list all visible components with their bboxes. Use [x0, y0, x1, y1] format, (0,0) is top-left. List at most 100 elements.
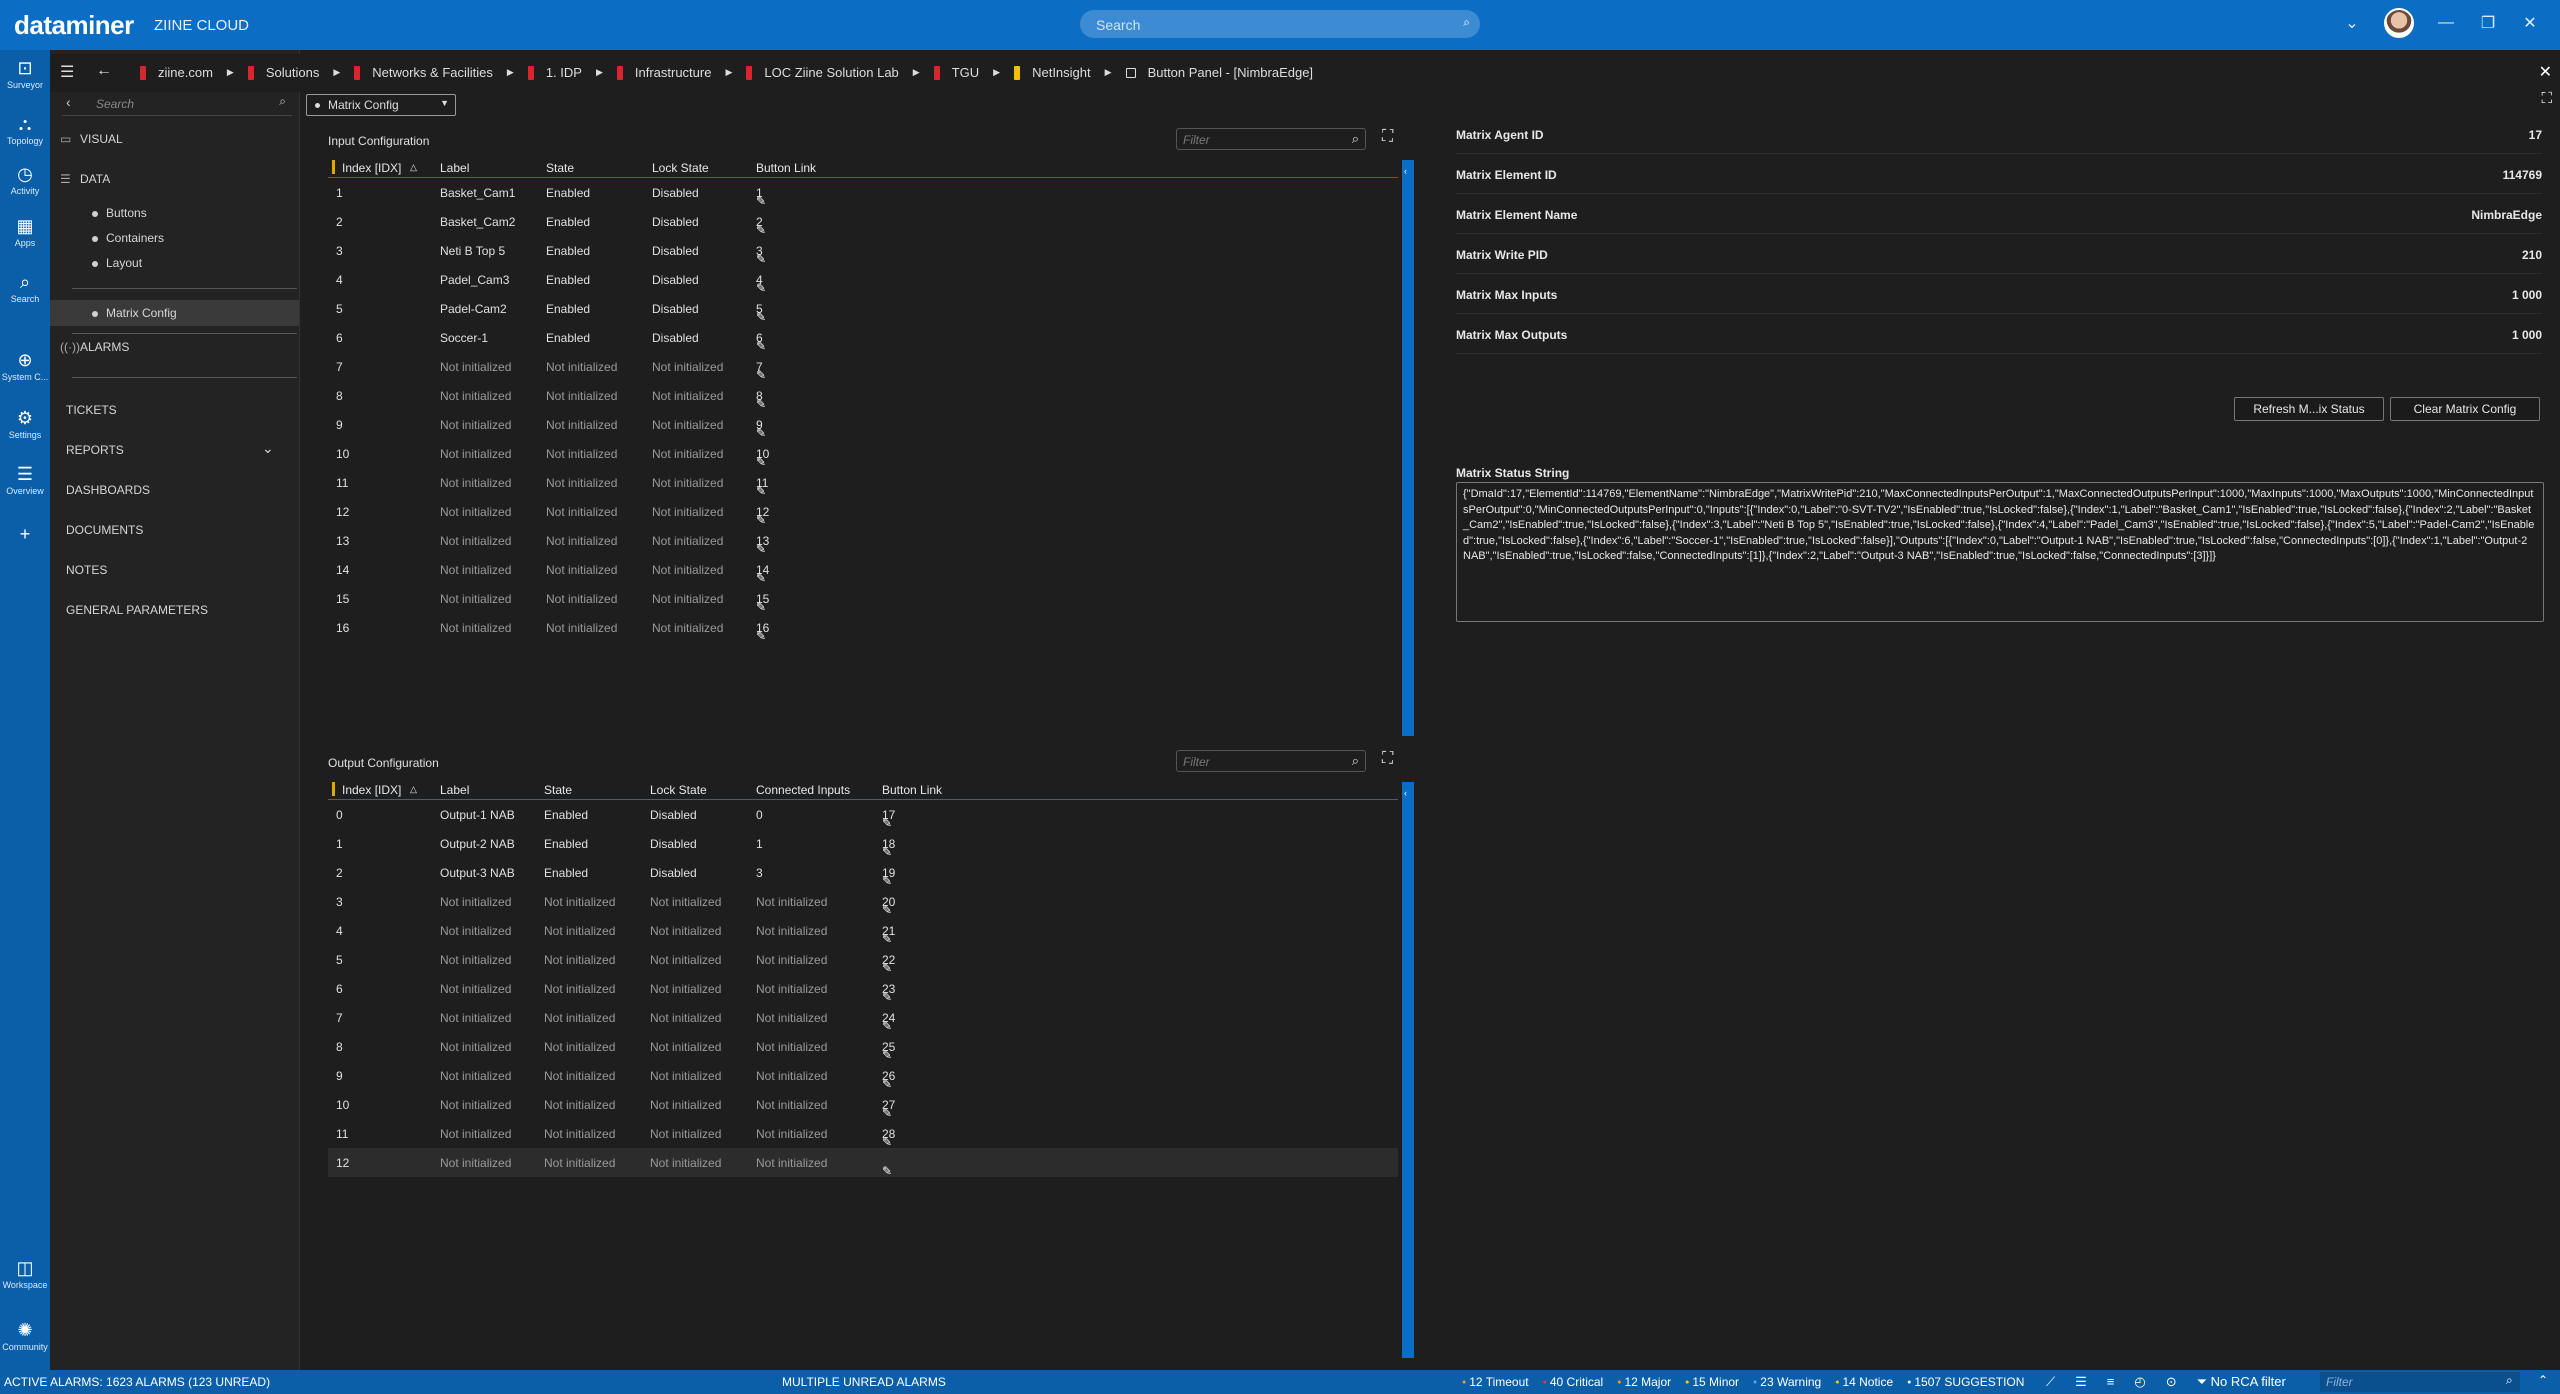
rail-item-1[interactable]: ⊡ Surveyor	[0, 58, 50, 90]
pencil-icon[interactable]: ✎	[882, 990, 892, 1004]
column-header[interactable]: Button Link	[756, 161, 816, 175]
table-row[interactable]: 10 Not initialized Not initialized Not init…	[328, 1090, 1398, 1120]
pencil-icon[interactable]: ✎	[756, 542, 766, 556]
search-icon[interactable]: ⌕	[2506, 1373, 2513, 1388]
avatar[interactable]	[2384, 8, 2414, 38]
hamburger-icon[interactable]: ☰	[60, 62, 74, 82]
rail-item-4[interactable]: ▦ Apps	[0, 216, 50, 248]
column-header[interactable]: Label	[440, 161, 469, 175]
search-icon[interactable]: ⌕	[1463, 15, 1470, 30]
button-link-cell[interactable]: ✎ 2	[756, 215, 766, 237]
input-filter-input[interactable]: Filter ⌕	[1176, 128, 1366, 150]
breadcrumb-item[interactable]: NetInsight ▶	[1014, 65, 1112, 80]
table-row[interactable]: 0 Output-1 NAB Enabled Disabled 0 ✎ 17	[328, 800, 1398, 830]
table-row[interactable]: 6 Not initialized Not initialized Not initi…	[328, 974, 1398, 1004]
rail-item-3[interactable]: ◷ Activity	[0, 164, 50, 196]
button-link-cell[interactable]: ✎ 1	[756, 186, 766, 208]
nav-dashboards[interactable]: DASHBOARDS	[66, 483, 150, 497]
table-row[interactable]: 11 Not initialized Not initialized Not init…	[328, 1119, 1398, 1149]
pencil-icon[interactable]: ✎	[756, 223, 766, 237]
clock-icon[interactable]: ◴	[2134, 1374, 2145, 1390]
scrollbar[interactable]: ‹	[1402, 782, 1414, 1358]
button-link-cell[interactable]: ✎ 22	[882, 953, 895, 975]
severity-counter[interactable]: 12 Major	[1617, 1375, 1671, 1389]
table-row[interactable]: 15 Not initialized Not initialized Not init…	[328, 584, 1398, 614]
rail-item-6[interactable]: ⊕ System C...	[0, 350, 50, 382]
nav-documents[interactable]: DOCUMENTS	[66, 523, 143, 537]
close-window-icon[interactable]: ✕	[2520, 13, 2540, 33]
expand-icon[interactable]: ⛶	[1382, 128, 1393, 146]
column-header[interactable]: Lock State	[652, 161, 709, 175]
close-card-icon[interactable]: ✕	[2539, 62, 2552, 82]
collapse-icon[interactable]: ‹	[1404, 788, 1407, 798]
button-link-cell[interactable]: ✎ 14	[756, 563, 769, 585]
pencil-icon[interactable]: ✎	[882, 961, 892, 975]
pencil-icon[interactable]: ✎	[882, 1135, 892, 1149]
sort-asc-icon[interactable]: △	[410, 784, 417, 795]
search-icon[interactable]: ⌕	[1352, 131, 1359, 147]
pencil-icon[interactable]: ✎	[756, 571, 766, 585]
sort-asc-icon[interactable]: △	[410, 162, 417, 173]
table-row[interactable]: 9 Not initialized Not initialized Not initi…	[328, 410, 1398, 440]
button-link-cell[interactable]: ✎ 12	[756, 505, 769, 527]
breadcrumb-item[interactable]: Infrastructure ▶	[616, 65, 732, 80]
button-link-cell[interactable]: ✎ 21	[882, 924, 895, 946]
column-header[interactable]: Connected Inputs	[756, 783, 850, 797]
chevron-up-icon[interactable]: ⌃	[2538, 1373, 2548, 1387]
severity-counter[interactable]: 40 Critical	[1543, 1375, 1603, 1389]
nav-general-parameters[interactable]: GENERAL PARAMETERS	[66, 603, 208, 617]
column-header[interactable]: State	[546, 161, 574, 175]
pencil-icon[interactable]: ✎	[882, 874, 892, 888]
pencil-icon[interactable]: ✎	[882, 1019, 892, 1033]
expand-icon[interactable]: ⛶	[1382, 750, 1393, 768]
list-view-icon[interactable]: ☰	[2075, 1374, 2087, 1390]
minimize-icon[interactable]: —	[2436, 14, 2456, 32]
nav-data-containers[interactable]: Containers	[92, 231, 164, 245]
nav-reports[interactable]: REPORTS	[66, 443, 124, 457]
table-row[interactable]: 16 Not initialized Not initialized Not init…	[328, 613, 1398, 643]
table-row[interactable]: 3 Not initialized Not initialized Not initi…	[328, 887, 1398, 917]
table-row[interactable]: 6 Soccer-1 Enabled Disabled ✎ 6	[328, 323, 1398, 353]
button-link-cell[interactable]: ✎ 11	[756, 476, 768, 498]
rail-item-5[interactable]: ⌕ Search	[0, 272, 50, 304]
pencil-icon[interactable]: ✎	[882, 1077, 892, 1091]
collapse-icon[interactable]: ‹	[1404, 166, 1407, 176]
pencil-icon[interactable]: ✎	[882, 903, 892, 917]
pencil-icon[interactable]: ✎	[756, 629, 766, 643]
button-link-cell[interactable]: ✎ 23	[882, 982, 895, 1004]
page-selector[interactable]: Matrix Config ▼	[306, 94, 456, 116]
button-link-cell[interactable]: ✎ 27	[882, 1098, 895, 1120]
table-row[interactable]: 12 Not initialized Not initialized Not init…	[328, 497, 1398, 527]
back-icon[interactable]: ‹	[66, 94, 71, 110]
severity-counter[interactable]: 12 Timeout	[1462, 1375, 1528, 1389]
rail-item-11[interactable]: ✺ Community	[0, 1320, 50, 1352]
unread-alarms-status[interactable]: MULTIPLE UNREAD ALARMS	[782, 1375, 946, 1389]
table-row[interactable]: 1 Output-2 NAB Enabled Disabled 1 ✎ 18	[328, 829, 1398, 859]
nav-tickets[interactable]: TICKETS	[66, 403, 117, 417]
table-row[interactable]: 14 Not initialized Not initialized Not init…	[328, 555, 1398, 585]
user-menu-dropdown-icon[interactable]: ⌄	[2342, 13, 2362, 33]
button-link-cell[interactable]: ✎ 25	[882, 1040, 895, 1062]
pencil-icon[interactable]: ✎	[882, 932, 892, 946]
severity-counter[interactable]: 1507 SUGGESTION	[1907, 1375, 2024, 1389]
filter-list-icon[interactable]: ≡	[2107, 1374, 2115, 1390]
rail-item-9[interactable]: +	[0, 524, 50, 546]
table-row[interactable]: 10 Not initialized Not initialized Not init…	[328, 439, 1398, 469]
breadcrumb-item[interactable]: Button Panel - [NimbraEdge]	[1125, 65, 1313, 80]
pencil-icon[interactable]: ✎	[756, 252, 766, 266]
breadcrumb-item[interactable]: Solutions ▶	[247, 65, 340, 80]
pencil-icon[interactable]: ✎	[756, 310, 766, 324]
column-header[interactable]: Button Link	[882, 783, 942, 797]
search-icon[interactable]: ⌕	[1352, 753, 1359, 769]
breadcrumb-item[interactable]: ziine.com ▶	[140, 65, 234, 80]
column-header[interactable]: Lock State	[650, 783, 707, 797]
table-row[interactable]: 1 Basket_Cam1 Enabled Disabled ✎ 1	[328, 178, 1398, 208]
table-row[interactable]: 8 Not initialized Not initialized Not initi…	[328, 1032, 1398, 1062]
nav-alarms[interactable]: ((·))ALARMS	[60, 340, 129, 354]
nav-data[interactable]: ☰ DATA	[60, 172, 110, 186]
breadcrumb-item[interactable]: LOC Ziine Solution Lab ▶	[746, 65, 920, 80]
active-alarms-status[interactable]: ACTIVE ALARMS: 1623 ALARMS (123 UNREAD)	[4, 1375, 270, 1389]
button-link-cell[interactable]: ✎ 8	[756, 389, 766, 411]
severity-counter[interactable]: 23 Warning	[1753, 1375, 1821, 1389]
pencil-icon[interactable]: ✎	[756, 194, 766, 208]
